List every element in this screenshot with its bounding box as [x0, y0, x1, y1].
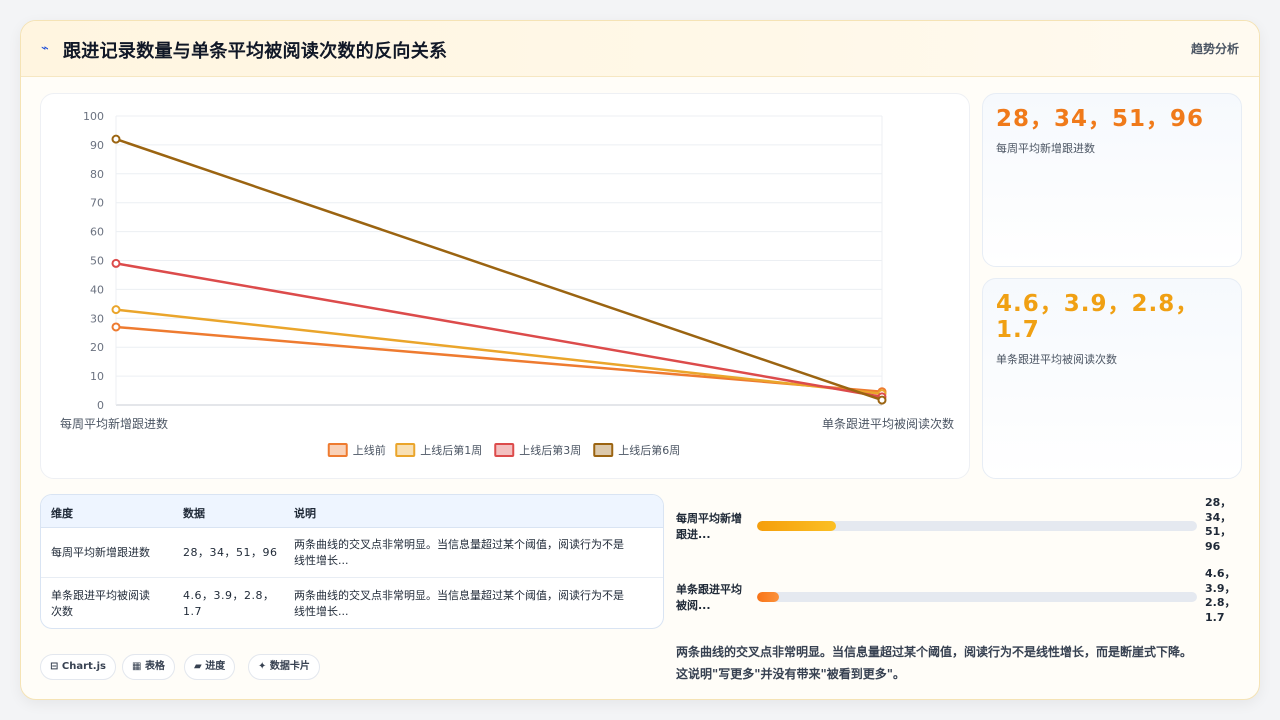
- table-cell: 次数: [51, 605, 73, 618]
- series-line: [115, 308, 883, 395]
- progress-value: 28，: [1205, 496, 1232, 509]
- progress-fill: [757, 592, 779, 602]
- column-header-dimension: 维度: [51, 507, 73, 520]
- table-cell: 两条曲线的交叉点非常明显。当信息量超过某个阈值，阅读行为不是: [294, 589, 624, 602]
- data-point: [111, 305, 121, 315]
- x-tick-label: 每周平均新增跟进数: [60, 416, 168, 431]
- progress-track: [757, 521, 1197, 531]
- data-table: 维度 数据 说明 每周平均新增跟进数 28，34，51，96 两条曲线的交叉点非…: [40, 494, 664, 629]
- stat-value: 4.6，3.9，2.8，1.7: [996, 291, 1200, 343]
- progress-value: 4.6，: [1205, 567, 1236, 580]
- trend-icon: ⌁: [41, 41, 49, 56]
- tag-table[interactable]: ▦ 表格: [122, 654, 175, 680]
- y-tick-label: 20: [90, 341, 104, 354]
- stat-label: 单条跟进平均被阅读次数: [996, 353, 1117, 366]
- table-row: 每周平均新增跟进数 28，34，51，96 两条曲线的交叉点非常明显。当信息量超…: [41, 528, 663, 578]
- stat-value: 28，34，51，96: [996, 106, 1205, 132]
- progress-label: 单条跟进平均: [676, 583, 742, 596]
- tag-data-card[interactable]: ✦ 数据卡片: [248, 654, 320, 680]
- legend-label: 上线前: [353, 443, 386, 457]
- tag-label: 进度: [205, 661, 226, 672]
- data-point: [111, 258, 121, 268]
- column-header-description: 说明: [294, 507, 316, 520]
- line-chart: 0 10 20 30 40 50 60 70 80 90 100 每周平均新增跟进数 单条跟进平均被阅读…: [60, 110, 954, 457]
- progress-value: 2.8，: [1205, 596, 1236, 609]
- card-header: ⌁ 跟进记录数量与单条平均被阅读次数的反向关系 趋势分析: [21, 21, 1259, 77]
- progress-value: 3.9，: [1205, 581, 1236, 595]
- table-cell: 两条曲线的交叉点非常明显。当信息量超过某个阈值，阅读行为不是: [294, 538, 624, 551]
- column-header-data: 数据: [183, 507, 205, 520]
- analysis-card: ⌁ 跟进记录数量与单条平均被阅读次数的反向关系 趋势分析 0 10 20 30 40 50…: [20, 20, 1260, 700]
- summary-line: 两条曲线的交叉点非常明显。当信息量超过某个阈值，阅读行为不是线性增长，而是断崖式…: [676, 645, 1193, 659]
- progress-label: 跟进...: [676, 528, 711, 541]
- progress-value: 34，: [1205, 510, 1232, 524]
- legend-swatch: [494, 443, 515, 457]
- progress-value: 51，: [1205, 525, 1232, 538]
- tag-progress[interactable]: ▰ 进度: [184, 654, 236, 680]
- y-tick-label: 60: [90, 226, 104, 239]
- progress-track: [757, 592, 1197, 602]
- line-chart-panel: 0 10 20 30 40 50 60 70 80 90 100 每周平均新增跟进数 单条跟进平均被阅读…: [40, 93, 970, 479]
- summary-line: 这说明"写更多"并没有带来"被看到更多"。: [676, 667, 906, 681]
- table-cell: 28，34，51，96: [183, 546, 278, 559]
- y-tick-label: 30: [90, 312, 104, 325]
- series-line: [115, 137, 883, 402]
- y-tick-label: 50: [90, 255, 104, 268]
- progress-value: 1.7: [1205, 610, 1225, 624]
- legend-swatch: [593, 443, 614, 457]
- table-cell: 每周平均新增跟进数: [51, 546, 150, 559]
- legend-label: 上线后第3周: [519, 443, 581, 457]
- card-icon: ✦: [258, 661, 267, 672]
- table-header: 维度 数据 说明: [41, 495, 663, 528]
- legend-swatch: [395, 443, 416, 457]
- table-row: 单条跟进平均被阅读 次数 4.6，3.9，2.8， 1.7 两条曲线的交叉点非常…: [41, 578, 663, 628]
- table-cell: 1.7: [183, 605, 202, 618]
- tag-label: 表格: [144, 661, 165, 672]
- legend-swatch: [327, 443, 348, 457]
- progress-label: 每周平均新增: [676, 512, 742, 525]
- code-icon: ⊟: [50, 661, 59, 672]
- series-line: [115, 262, 883, 399]
- legend-label: 上线后第6周: [618, 443, 680, 457]
- progress-icon: ▰: [194, 661, 202, 672]
- progress-fill: [757, 521, 837, 531]
- analysis-type-label: 趋势分析: [1190, 42, 1239, 56]
- stat-label: 每周平均新增跟进数: [996, 142, 1095, 155]
- stat-card-avg-reads: 4.6，3.9，2.8，1.7 单条跟进平均被阅读次数: [982, 278, 1242, 479]
- progress-value: 96: [1205, 539, 1221, 553]
- table-cell: 线性增长...: [294, 605, 349, 618]
- table-cell: 4.6，3.9，2.8，: [183, 589, 275, 602]
- y-tick-label: 40: [90, 283, 104, 296]
- progress-bars: 每周平均新增 跟进... 28， 34， 51， 96 单条跟进平均 被阅...…: [676, 494, 1241, 634]
- legend-label: 上线后第1周: [420, 443, 482, 457]
- stat-card-weekly-followups: 28，34，51，96 每周平均新增跟进数: [982, 93, 1242, 267]
- tag-chartjs[interactable]: ⊟ Chart.js: [40, 654, 116, 680]
- data-point: [111, 134, 121, 144]
- x-tick-label: 单条跟进平均被阅读次数: [822, 416, 954, 431]
- y-tick-label: 80: [90, 168, 104, 181]
- table-cell: 单条跟进平均被阅读: [51, 589, 150, 602]
- y-tick-label: 70: [90, 197, 104, 210]
- page-title: 跟进记录数量与单条平均被阅读次数的反向关系: [63, 41, 448, 62]
- table-icon: ▦: [132, 661, 142, 672]
- progress-label: 被阅...: [676, 599, 711, 612]
- y-tick-label: 90: [90, 139, 104, 152]
- tag-label: Chart.js: [61, 661, 106, 672]
- data-point: [877, 395, 887, 405]
- data-point: [111, 322, 121, 332]
- summary-text: 两条曲线的交叉点非常明显。当信息量超过某个阈值，阅读行为不是线性增长，而是断崖式…: [676, 641, 1241, 685]
- table-cell: 线性增长...: [294, 554, 349, 567]
- tag-label: 数据卡片: [269, 661, 310, 672]
- y-tick-label: 0: [97, 399, 104, 412]
- y-tick-label: 100: [83, 110, 104, 123]
- y-tick-label: 10: [90, 370, 104, 383]
